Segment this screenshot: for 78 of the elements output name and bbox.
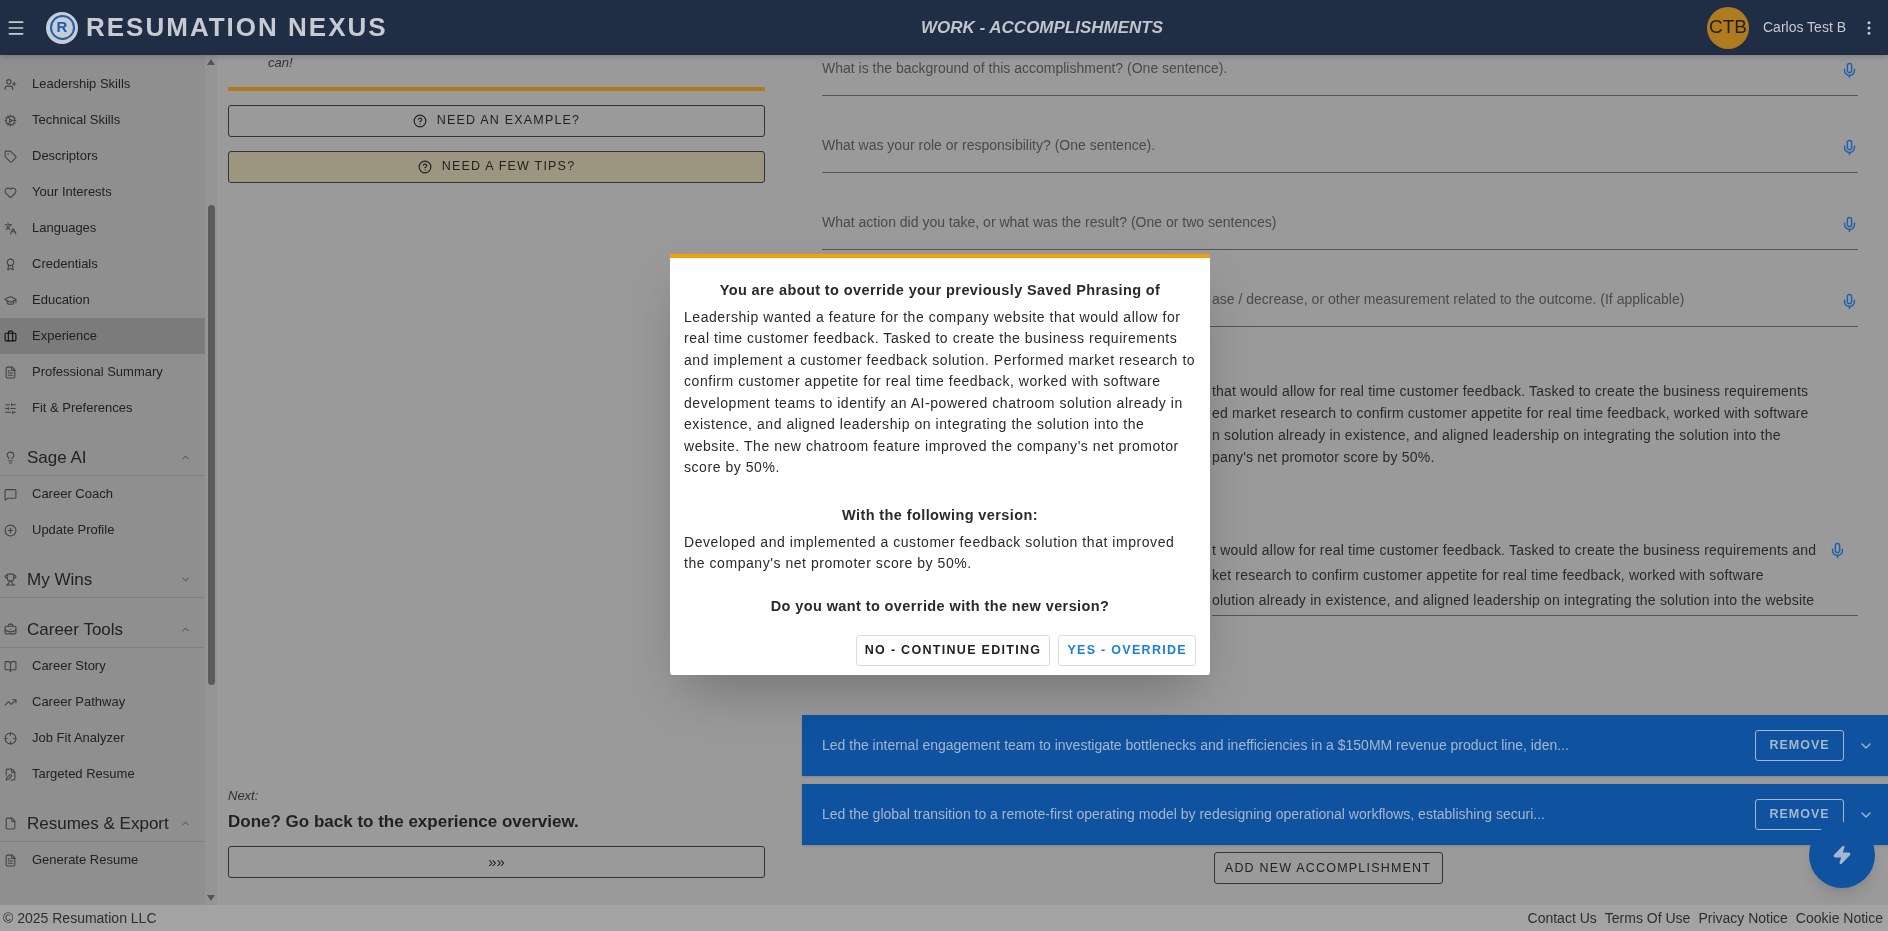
- sidebar-item[interactable]: Experience: [0, 318, 205, 354]
- document-icon: [4, 365, 17, 379]
- footer-link[interactable]: Contact Us: [1527, 907, 1597, 929]
- accomplishment-panel[interactable]: Led the internal engagement team to investigate bottlenecks and inefficiencies in a $150MM revenue product line, iden... REMOVE: [802, 715, 1888, 776]
- sidebar-item[interactable]: Leadership Skills: [0, 66, 205, 102]
- help-button[interactable]: NEED A FEW TIPS?: [228, 150, 765, 183]
- heart-icon: [4, 185, 17, 199]
- microphone-icon[interactable]: [1841, 216, 1858, 233]
- document-icon: [4, 853, 17, 867]
- logo-mark: R: [46, 11, 78, 44]
- new-phrasing: Developed and implemented a customer feedback solution that improved the company's net promoter score by 50%.: [684, 532, 1176, 573]
- footer-link[interactable]: Terms Of Use: [1604, 907, 1691, 929]
- next-button[interactable]: »»: [228, 846, 765, 878]
- briefcase-icon: [4, 329, 17, 343]
- help-button[interactable]: NEED AN EXAMPLE?: [228, 104, 765, 137]
- chat-icon: [4, 487, 17, 501]
- sidebar-item[interactable]: Education: [0, 282, 205, 318]
- lightbulb-icon: [4, 451, 17, 464]
- question-field[interactable]: What is the background of this accomplishment? (One sentence).: [822, 58, 1841, 79]
- toolbox-icon: [4, 623, 17, 636]
- intro-text: can!: [267, 54, 294, 72]
- dialog-question: Do you want to override with the new version?: [769, 596, 1111, 616]
- user-avatar[interactable]: CTB: [1707, 6, 1749, 49]
- scrollbar[interactable]: [205, 55, 217, 905]
- microphone-icon[interactable]: [1841, 62, 1858, 79]
- sidebar-item[interactable]: Targeted Resume: [0, 756, 205, 792]
- tag-icon: [4, 149, 17, 163]
- copyright-text: © 2025 Resumation LLC: [3, 908, 158, 928]
- sidebar-item[interactable]: Professional Summary: [0, 354, 205, 390]
- sidebar-item[interactable]: Technical Skills: [0, 102, 205, 138]
- app-title: RESUMATION NEXUS: [86, 11, 388, 44]
- translate-icon: [4, 221, 17, 235]
- saved-phrasing: that would allow for real time customer feedback. Tasked to create the business requirements ed market research to confirm customer appetite for real time feedback, worked with software n solution already in existence, and aligned leadership on integrating the solution into the pany's net promotor score by 50%.: [1212, 382, 1810, 467]
- sidebar-item[interactable]: Your Interests: [0, 174, 205, 210]
- dialog-button[interactable]: NO - CONTINUE EDITING: [855, 635, 1051, 667]
- sidebar-item[interactable]: Credentials: [0, 246, 205, 282]
- document-icon: [4, 817, 17, 830]
- original-phrasing: Leadership wanted a feature for the company website that would allow for real time customer feedback. Tasked to create the business requirements and implement a customer feedback solution. Performed market research to confirm customer appetite for real time feedback, worked with software development teams to identify an AI-powered chatroom solution already in existence, and aligned leadership on integrating the solution into the website. The new chatroom feature improved the company's net promotor score by 50%.: [684, 307, 1196, 478]
- add-accomplishment-button[interactable]: ADD NEW ACCOMPLISHMENT: [1213, 852, 1443, 884]
- microphone-icon[interactable]: [1829, 542, 1846, 559]
- microphone-icon[interactable]: [1841, 139, 1858, 156]
- question-field[interactable]: ase / decrease, or other measurement related to the outcome. (If applicable): [1212, 289, 1841, 310]
- graduation-cap-icon: [4, 293, 17, 307]
- dialog-subtitle: With the following version:: [841, 505, 1039, 525]
- dialog-button[interactable]: YES - OVERRIDE: [1058, 635, 1196, 667]
- sidebar-item[interactable]: Fit & Preferences: [0, 390, 205, 426]
- help-icon: [417, 159, 432, 174]
- next-title: Done? Go back to the experience overview.: [228, 810, 580, 833]
- phrasing-text-area[interactable]: t would allow for real time customer feedback. Tasked to create the business requirements and ket research to confirm customer appetite for real time feedback, worked with software olution already in existence, and aligned leadership on integrating the solution into the website: [1212, 538, 1829, 613]
- microphone-icon[interactable]: [1841, 293, 1858, 310]
- person-plus-icon: [4, 77, 17, 91]
- next-label: Next:: [228, 787, 260, 805]
- plus-circle-icon: [4, 523, 17, 537]
- footer-link[interactable]: Privacy Notice: [1698, 907, 1788, 929]
- sidebar-item[interactable]: Career Story: [0, 648, 205, 684]
- sidebar-item[interactable]: Languages: [0, 210, 205, 246]
- user-name[interactable]: Carlos Test B: [1763, 17, 1846, 38]
- file-edit-icon: [4, 767, 17, 781]
- sidebar-item[interactable]: Update Profile: [0, 512, 205, 548]
- page-title: WORK - ACCOMPLISHMENTS: [921, 16, 1164, 39]
- accomplishment-panel[interactable]: Led the global transition to a remote-first operating model by redesigning operational workflows, establishing securi... REMOVE: [802, 784, 1888, 845]
- sidebar-item[interactable]: Generate Resume: [0, 842, 205, 878]
- book-icon: [4, 659, 17, 673]
- crosshair-icon: [4, 731, 17, 745]
- sidebar-item[interactable]: Descriptors: [0, 138, 205, 174]
- sidebar-item[interactable]: Career Pathway: [0, 684, 205, 720]
- certificate-icon: [4, 257, 17, 271]
- sidebar-item[interactable]: Career Coach: [0, 476, 205, 512]
- help-icon: [412, 113, 427, 128]
- trophy-icon: [4, 573, 17, 586]
- footer-link[interactable]: Cookie Notice: [1795, 907, 1883, 929]
- lightning-icon: [1832, 845, 1852, 865]
- sidebar-item[interactable]: Job Fit Analyzer: [0, 720, 205, 756]
- question-field[interactable]: What was your role or responsibility? (One sentence).: [822, 135, 1841, 156]
- dialog-title: You are about to override your previously Saved Phrasing of: [718, 281, 1162, 300]
- question-field[interactable]: What action did you take, or what was the result? (One or two sentences): [822, 212, 1841, 233]
- remove-button[interactable]: REMOVE: [1755, 730, 1844, 761]
- sliders-icon: [4, 401, 17, 415]
